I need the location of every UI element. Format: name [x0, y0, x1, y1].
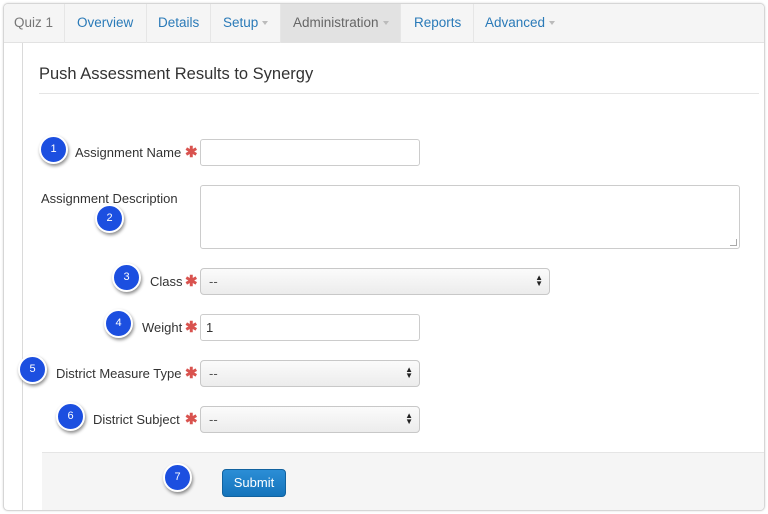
required-marker: ✱ — [185, 411, 198, 428]
chevron-down-icon — [262, 21, 269, 26]
class-select[interactable]: -- ▲ ▼ — [200, 268, 550, 295]
tab-details[interactable]: Details — [158, 4, 199, 43]
top-navbar: Quiz 1 Overview Details Setup Administra… — [4, 4, 764, 43]
tab-administration-label: Administration — [293, 15, 379, 30]
nav-brand[interactable]: Quiz 1 — [14, 4, 53, 43]
callout-badge-1: 1 — [39, 135, 68, 164]
tab-setup[interactable]: Setup — [223, 4, 269, 43]
app-window: Quiz 1 Overview Details Setup Administra… — [3, 3, 765, 511]
chevron-down-icon — [382, 21, 389, 26]
nav-divider — [146, 4, 147, 43]
resize-handle-icon[interactable] — [730, 239, 737, 246]
district-measure-type-label: District Measure Type — [56, 366, 182, 381]
tab-setup-label: Setup — [223, 15, 259, 30]
callout-badge-2: 2 — [95, 204, 124, 233]
district-measure-type-select[interactable]: -- ▲ ▼ — [200, 360, 420, 387]
tab-overview[interactable]: Overview — [77, 4, 133, 43]
chevron-down-icon — [549, 21, 556, 26]
page-title: Push Assessment Results to Synergy — [39, 65, 314, 83]
district-subject-label: District Subject — [93, 412, 180, 427]
select-arrows-icon: ▲ ▼ — [405, 365, 413, 380]
nav-divider — [64, 4, 65, 43]
tab-reports[interactable]: Reports — [414, 4, 461, 43]
required-marker: ✱ — [185, 365, 198, 382]
weight-input[interactable] — [200, 314, 420, 341]
callout-badge-6: 6 — [56, 402, 85, 431]
callout-badge-3: 3 — [112, 263, 141, 292]
callout-badge-7: 7 — [163, 463, 192, 492]
nav-divider — [400, 4, 401, 43]
class-label: Class — [150, 274, 183, 289]
required-marker: ✱ — [185, 144, 198, 161]
assignment-name-label: Assignment Name — [75, 145, 182, 160]
title-divider — [39, 93, 759, 94]
district-subject-select[interactable]: -- ▲ ▼ — [200, 406, 420, 433]
callout-badge-5: 5 — [18, 355, 47, 384]
tab-advanced[interactable]: Advanced — [485, 4, 556, 43]
class-select-value: -- — [209, 274, 218, 289]
select-arrows-icon: ▲ ▼ — [405, 411, 413, 426]
tab-administration[interactable]: Administration — [281, 4, 400, 43]
district-measure-type-value: -- — [209, 366, 218, 381]
required-marker: ✱ — [185, 273, 198, 290]
form-actions: Submit — [42, 452, 764, 510]
weight-label: Weight — [142, 320, 183, 335]
select-arrows-icon: ▲ ▼ — [535, 273, 543, 288]
callout-badge-4: 4 — [104, 309, 133, 338]
submit-button[interactable]: Submit — [222, 469, 286, 497]
assignment-description-textarea[interactable] — [200, 185, 740, 249]
district-subject-value: -- — [209, 412, 218, 427]
nav-divider — [210, 4, 211, 43]
tab-advanced-label: Advanced — [485, 15, 546, 30]
required-marker: ✱ — [185, 319, 198, 336]
assignment-name-input[interactable] — [200, 139, 420, 166]
nav-divider — [473, 4, 474, 43]
